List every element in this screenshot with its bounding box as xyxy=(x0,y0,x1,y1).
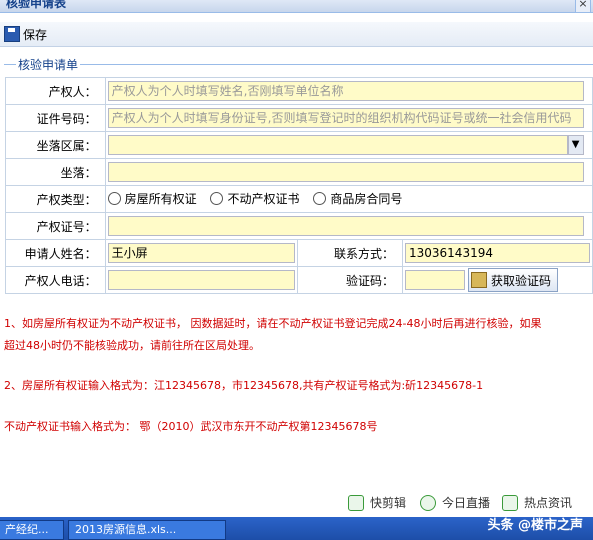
watermark: 头条 @楼市之声 xyxy=(487,518,583,533)
save-label: 保存 xyxy=(23,27,48,42)
taskbar-item[interactable]: 2013房源信息.xls... xyxy=(68,520,226,540)
radio-contract-no[interactable]: 商品房合同号 xyxy=(313,190,402,207)
radio-house-cert[interactable]: 房屋所有权证 xyxy=(107,190,197,207)
title-bar: 核验申请表 × xyxy=(0,0,593,13)
link-label: 今日直播 xyxy=(442,496,491,510)
play-icon xyxy=(348,494,364,511)
radio-label: 不动产权证书 xyxy=(227,192,300,206)
id-number-input[interactable]: 产权人为个人时填写身份证号,否则填写登记时的组织机构代码证号或统一社会信用代码 xyxy=(107,108,584,128)
application-form: 产权人： 产权人为个人时填写姓名,否刚填写单位名称 证件号码： 产权人为个人时填… xyxy=(5,77,593,294)
applicant-input[interactable]: 王小屏 xyxy=(107,243,295,263)
live-link[interactable]: 今日直播 xyxy=(420,494,490,511)
note-line-2: 超过48小时仍不能核验成功，请前往所在区局处理。 xyxy=(4,339,260,352)
owner-label: 产权人： xyxy=(5,77,106,105)
note-line-4: 不动产权证书输入格式为： 鄂（2010）武汉市东开不动产权第12345678号 xyxy=(4,420,378,433)
cert-number-input[interactable] xyxy=(107,216,584,236)
owner-phone-label: 产权人电话： xyxy=(5,266,106,294)
type-label: 产权类型： xyxy=(5,185,106,213)
contact-input[interactable]: 13036143194 xyxy=(405,243,590,263)
radio-circle[interactable] xyxy=(210,192,224,205)
quick-edit-link[interactable]: 快剪辑 xyxy=(348,494,406,511)
owner-phone-input[interactable] xyxy=(107,270,295,290)
address-label: 坐落： xyxy=(5,158,106,186)
bottom-links: 快剪辑 今日直播 热点资讯 xyxy=(0,494,593,514)
radio-label: 商品房合同号 xyxy=(330,192,403,206)
link-label: 快剪辑 xyxy=(370,496,407,510)
window-title: 核验申请表 xyxy=(6,0,67,10)
applicant-label: 申请人姓名： xyxy=(5,239,106,267)
live-icon xyxy=(420,494,436,511)
radio-label: 房屋所有权证 xyxy=(124,192,197,206)
taskbar: 产经纪... 2013房源信息.xls... 头条 @楼市之声 xyxy=(0,517,593,540)
address-input[interactable] xyxy=(107,162,584,182)
captcha-label: 验证码： xyxy=(296,266,404,294)
id-number-label: 证件号码： xyxy=(5,104,106,132)
fieldset-legend: 核验申请单 xyxy=(16,56,81,73)
note-line-3: 2、房屋所有权证输入格式为：江12345678，市12345678,共有产权证号… xyxy=(4,379,484,392)
owner-input[interactable]: 产权人为个人时填写姓名,否刚填写单位名称 xyxy=(107,81,584,101)
district-select[interactable] xyxy=(107,135,568,155)
district-label: 坐落区属： xyxy=(5,131,106,159)
chevron-down-icon[interactable]: ▼ xyxy=(567,135,584,155)
cert-number-label: 产权证号： xyxy=(5,212,106,240)
contact-label: 联系方式： xyxy=(296,239,404,267)
radio-circle[interactable] xyxy=(313,192,327,205)
captcha-input[interactable] xyxy=(405,270,465,290)
note-line-1: 1、如房屋所有权证为不动产权证书， 因数据延时，请在不动产权证书登记完成24-4… xyxy=(4,317,542,330)
taskbar-item[interactable]: 产经纪... xyxy=(0,520,64,540)
get-code-button[interactable]: 获取验证码 xyxy=(468,268,559,292)
radio-realty-cert[interactable]: 不动产权证书 xyxy=(210,190,299,207)
news-icon xyxy=(502,494,518,511)
link-label: 热点资讯 xyxy=(524,496,573,510)
news-link[interactable]: 热点资讯 xyxy=(502,494,572,511)
radio-circle[interactable] xyxy=(107,192,121,205)
toolbar: 保存 xyxy=(0,22,593,47)
close-icon[interactable]: × xyxy=(575,0,591,13)
save-icon xyxy=(4,26,20,42)
get-code-label: 获取验证码 xyxy=(491,273,552,288)
save-button[interactable]: 保存 xyxy=(4,25,47,43)
lock-icon xyxy=(471,272,487,288)
